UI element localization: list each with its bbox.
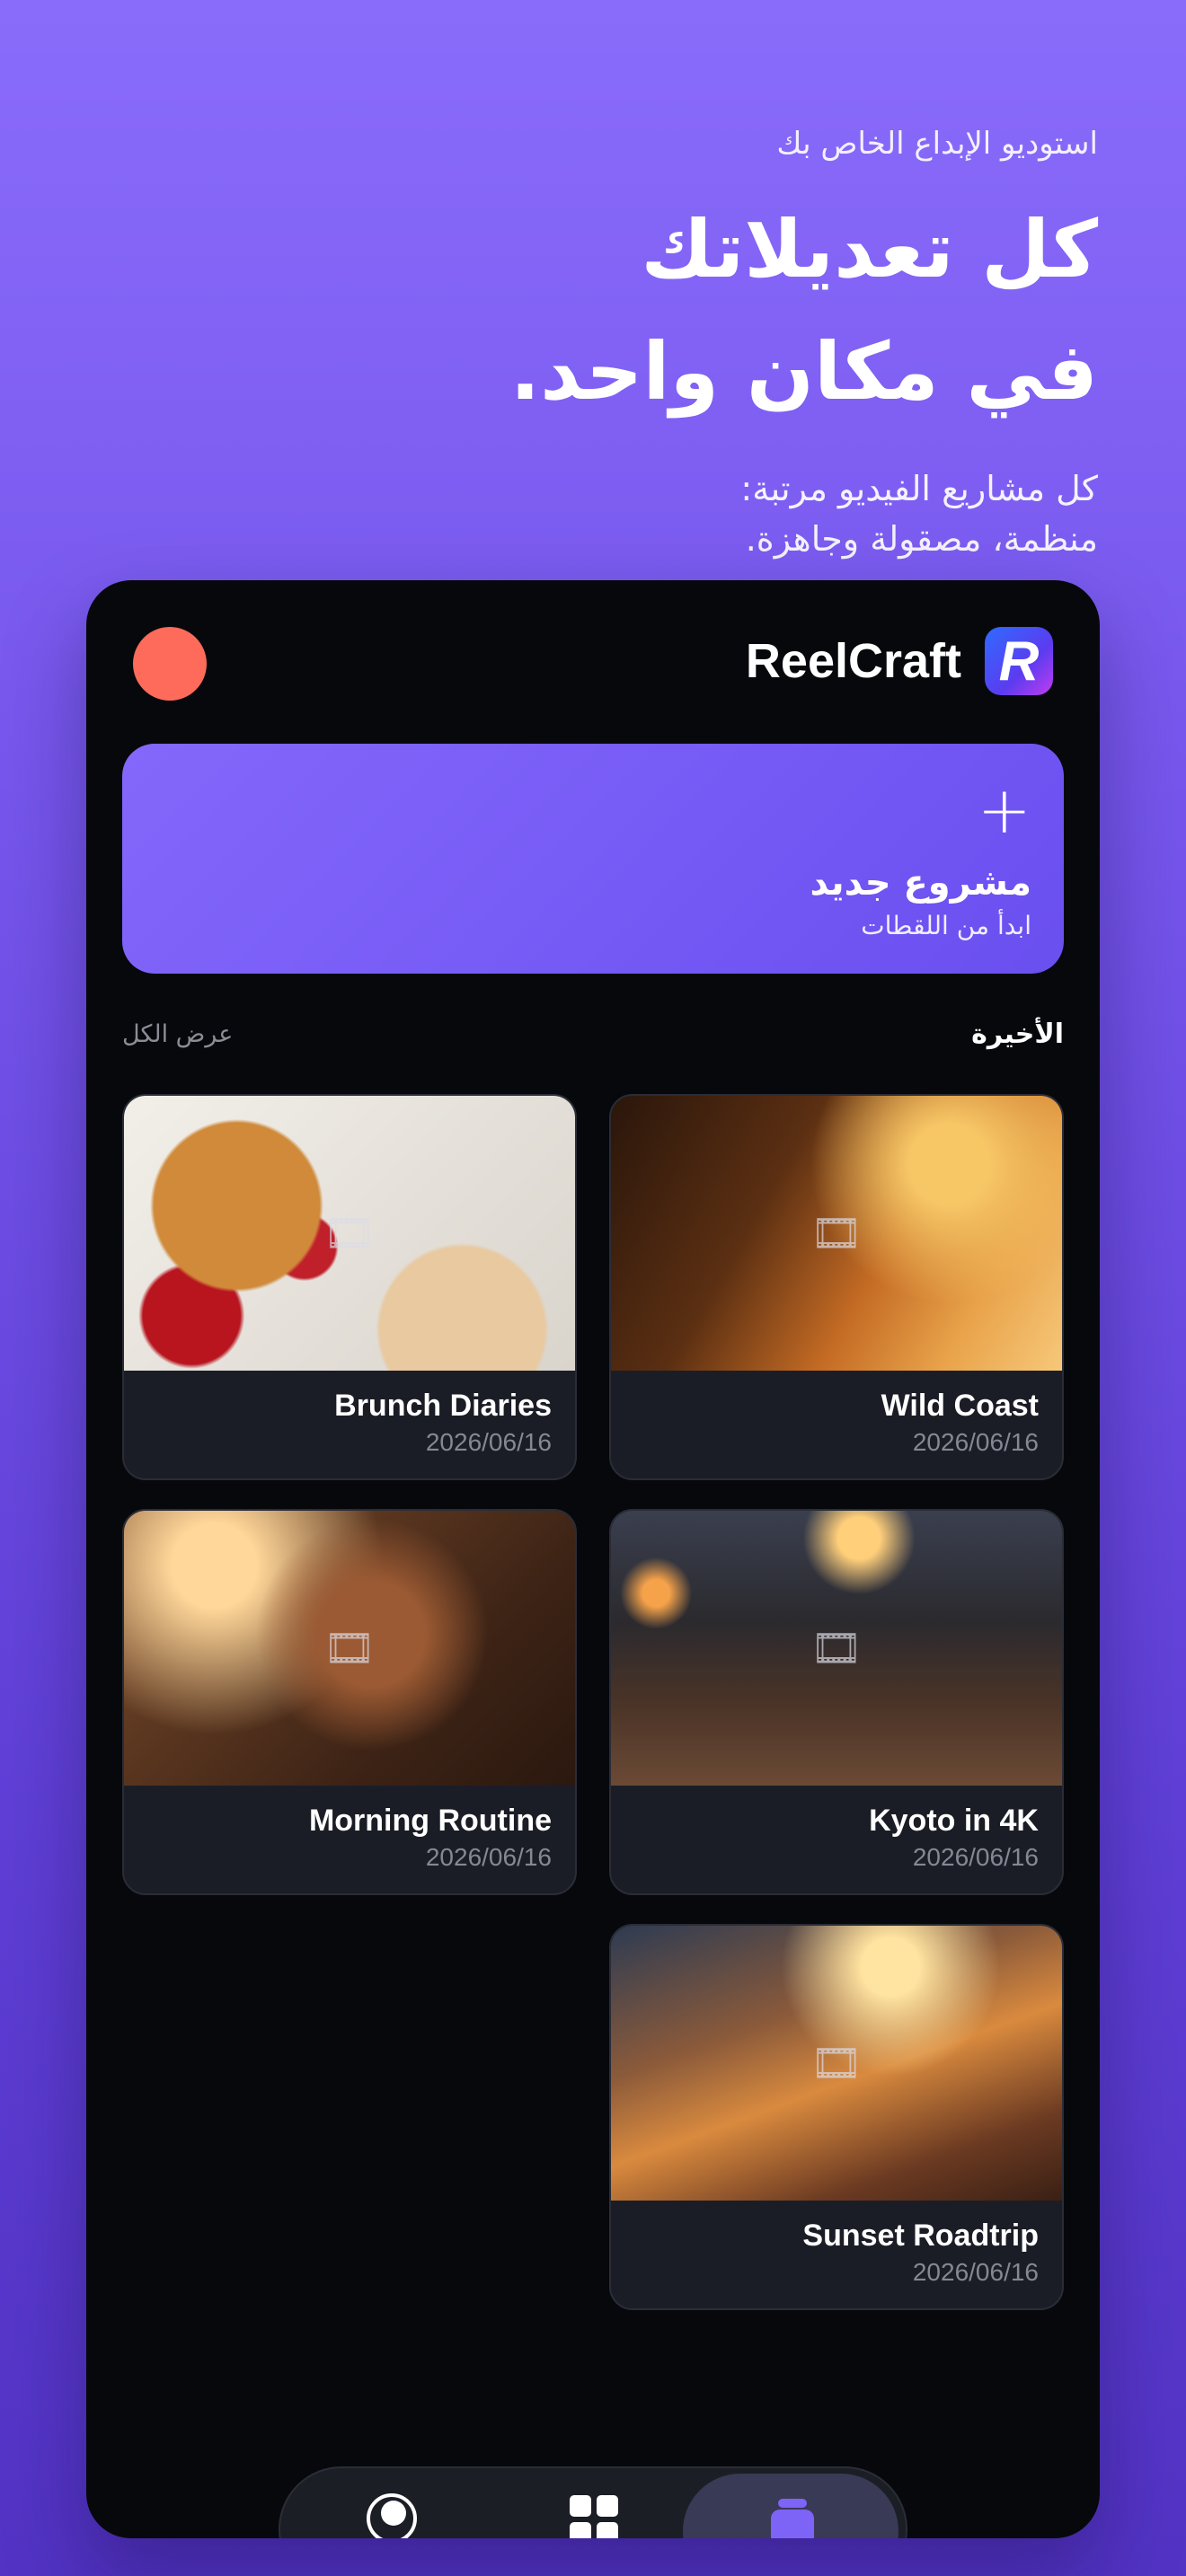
recent-section-header: الأخيرة عرض الكل [122,1019,1064,1063]
new-project-hint: ابدأ من اللقطات [861,911,1031,940]
film-icon: 🎞 [810,2038,863,2087]
project-name: Brunch Diaries [334,1389,552,1423]
film-icon: 🎞 [323,1208,376,1257]
brand: ReelCraft R [746,627,1053,695]
hero-subtitle-line2: منظمة، مصقولة وجاهزة. [745,519,1098,559]
hero-headline-line2: في مكان واحد. [509,325,1098,418]
bottom-tab-bar [279,2466,907,2538]
see-all-link[interactable]: عرض الكل [122,1020,233,1048]
profile-icon[interactable] [367,2493,420,2538]
project-name: Sunset Roadtrip [802,2219,1039,2253]
project-card[interactable]: 🎞 Wild Coast 2026/06/16 [609,1094,1064,1480]
project-date: 2026/06/16 [912,2258,1039,2286]
project-name: Kyoto in 4K [869,1804,1039,1838]
project-card[interactable]: 🎞 Sunset Roadtrip 2026/06/16 [609,1924,1064,2310]
plus-icon: + [977,772,1031,848]
film-icon: 🎞 [810,1623,863,1672]
new-project-label: مشروع جديد [810,862,1031,904]
project-card[interactable]: 🎞 Brunch Diaries 2026/06/16 [122,1094,577,1480]
project-name: Morning Routine [308,1804,552,1838]
brand-logo-icon: R [985,627,1053,695]
avatar[interactable] [133,627,207,701]
project-date: 2026/06/16 [912,1428,1039,1456]
recent-title: الأخيرة [971,1019,1064,1050]
project-thumbnail: 🎞 [124,1096,575,1371]
hero-section: استوديو الإبداع الخاص بك كل تعديلاتك في … [289,126,1098,564]
project-date: 2026/06/16 [425,1428,552,1456]
hero-headline-line1: كل تعديلاتك [641,203,1098,296]
film-icon: 🎞 [323,1623,376,1672]
project-card[interactable]: 🎞 Morning Routine 2026/06/16 [122,1509,577,1895]
project-thumbnail: 🎞 [611,1926,1062,2201]
hero-headline: كل تعديلاتك في مكان واحد. [289,189,1098,433]
new-project-button[interactable]: + مشروع جديد ابدأ من اللقطات [122,744,1064,974]
brand-name: ReelCraft [745,634,961,688]
hero-subtitle: كل مشاريع الفيديو مرتبة: منظمة، مصقولة و… [289,463,1098,564]
hero-eyebrow: استوديو الإبداع الخاص بك [776,126,1098,162]
projects-stack-icon[interactable] [766,2493,819,2538]
project-thumbnail: 🎞 [611,1096,1062,1371]
hero-subtitle-line1: كل مشاريع الفيديو مرتبة: [740,469,1098,508]
project-thumbnail: 🎞 [611,1511,1062,1786]
film-icon: 🎞 [810,1208,863,1257]
project-date: 2026/06/16 [425,1843,552,1871]
project-card[interactable]: 🎞 Kyoto in 4K 2026/06/16 [609,1509,1064,1895]
app-top-bar: ReelCraft R [86,580,1100,742]
project-date: 2026/06/16 [912,1843,1039,1871]
project-thumbnail: 🎞 [124,1511,575,1786]
project-name: Wild Coast [881,1389,1039,1423]
grid-icon[interactable] [568,2493,622,2538]
app-device-frame: ReelCraft R + مشروع جديد ابدأ من اللقطات… [86,580,1100,2538]
